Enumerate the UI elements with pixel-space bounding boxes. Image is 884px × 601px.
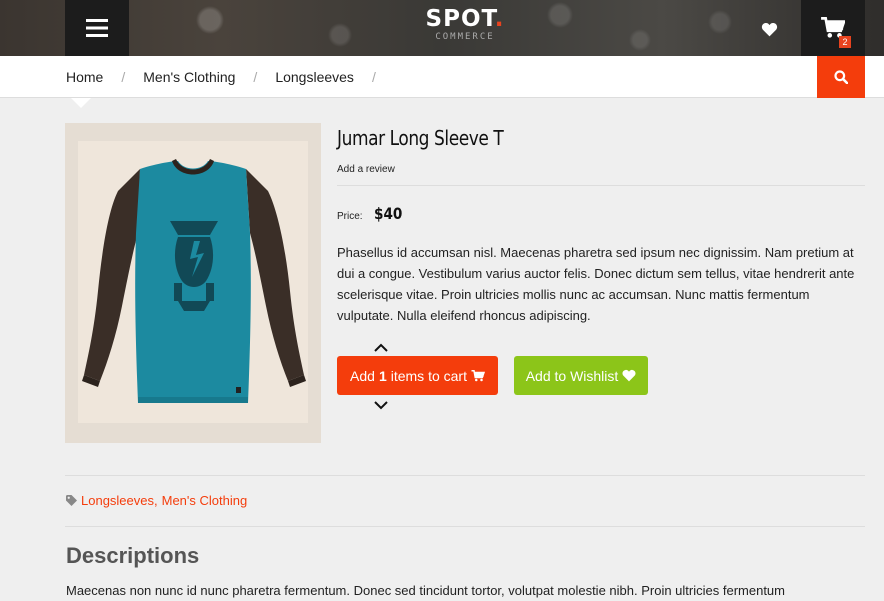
product-title: Jumar Long Sleeve T (337, 126, 504, 150)
add-review-link[interactable]: Add a review (337, 164, 395, 175)
site-header: SPOT. COMMERCE 2 (0, 0, 884, 56)
add-to-cart-suffix: items to cart (390, 367, 467, 384)
quantity-decrease-button[interactable] (372, 398, 390, 412)
tag-longsleeves[interactable]: Longsleeves (81, 493, 154, 508)
breadcrumb-pointer (71, 98, 91, 108)
search-icon (834, 70, 848, 84)
add-to-wishlist-button[interactable]: Add to Wishlist (514, 356, 648, 395)
add-to-cart-prefix: Add (350, 367, 375, 384)
product-description: Phasellus id accumsan nisl. Maecenas pha… (337, 245, 855, 323)
menu-button[interactable] (65, 0, 129, 56)
add-to-cart-button[interactable]: Add 1 items to cart (337, 356, 498, 395)
breadcrumb-separator: / (371, 69, 376, 85)
breadcrumb-home[interactable]: Home (66, 69, 103, 85)
product-photo-background (78, 141, 308, 423)
divider (65, 475, 865, 476)
site-logo[interactable]: SPOT. COMMERCE (420, 6, 510, 42)
add-to-cart-quantity: 1 (378, 367, 387, 384)
shopping-cart-icon (471, 369, 485, 381)
logo-subtitle: COMMERCE (435, 32, 495, 42)
hamburger-menu-icon (86, 19, 108, 37)
cart-count-badge: 2 (839, 36, 851, 48)
divider (65, 526, 865, 527)
breadcrumb-bar: Home / Men's Clothing / Longsleeves / (0, 56, 884, 98)
descriptions-heading: Descriptions (66, 543, 200, 568)
breadcrumb-separator: / (253, 69, 258, 85)
wishlist-button-label: Add to Wishlist (525, 367, 619, 384)
divider (337, 185, 865, 186)
cart-button[interactable]: 2 (801, 0, 865, 56)
breadcrumb: Home / Men's Clothing / Longsleeves / (66, 56, 394, 98)
product-image[interactable] (65, 123, 321, 443)
chevron-up-icon (374, 343, 388, 352)
tag-icon (66, 495, 77, 506)
tag-separator: , (154, 493, 158, 508)
logo-text: SPOT (425, 6, 495, 32)
descriptions-body: Maecenas non nunc id nunc pharetra ferme… (66, 583, 785, 598)
quantity-increase-button[interactable] (372, 340, 390, 354)
heart-icon (622, 369, 636, 382)
heart-icon (761, 22, 777, 36)
breadcrumb-longsleeves[interactable]: Longsleeves (275, 69, 354, 85)
search-button[interactable] (817, 56, 865, 98)
logo-dot: . (494, 6, 505, 32)
tag-mens-clothing[interactable]: Men's Clothing (162, 493, 248, 508)
breadcrumb-mens-clothing[interactable]: Men's Clothing (143, 69, 235, 85)
price-label: Price: (337, 211, 363, 222)
wishlist-header-button[interactable] (752, 14, 786, 44)
long-sleeve-shirt-image (82, 159, 306, 403)
breadcrumb-separator: / (121, 69, 126, 85)
product-tags: Longsleeves, Men's Clothing (66, 493, 247, 508)
price-value: $40 (374, 204, 403, 223)
chevron-down-icon (374, 400, 388, 409)
